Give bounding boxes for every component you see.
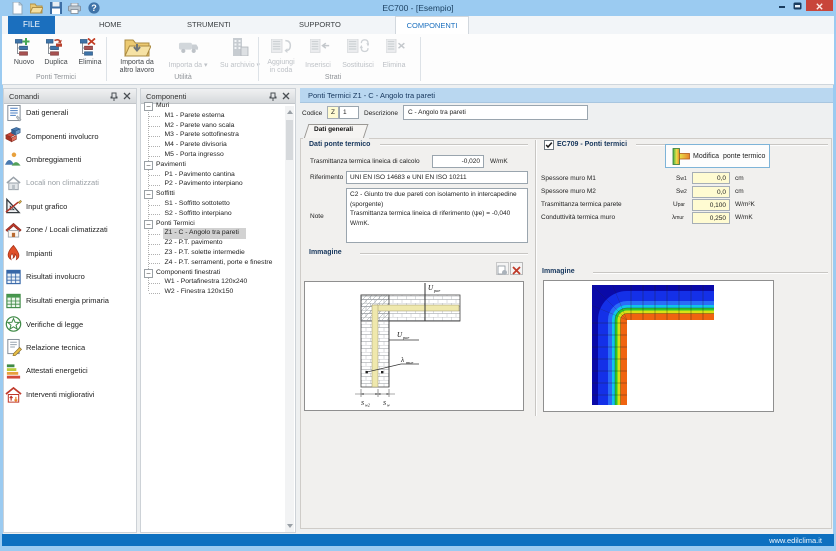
svg-text:par: par — [433, 288, 441, 293]
svg-text:w2: w2 — [365, 403, 370, 408]
svg-text:S: S — [361, 401, 364, 407]
svg-text:S: S — [383, 401, 386, 407]
svg-text:λ: λ — [400, 356, 404, 364]
svg-text:?: ? — [91, 3, 97, 13]
svg-text:w: w — [387, 403, 390, 408]
svg-text:par: par — [402, 335, 410, 340]
